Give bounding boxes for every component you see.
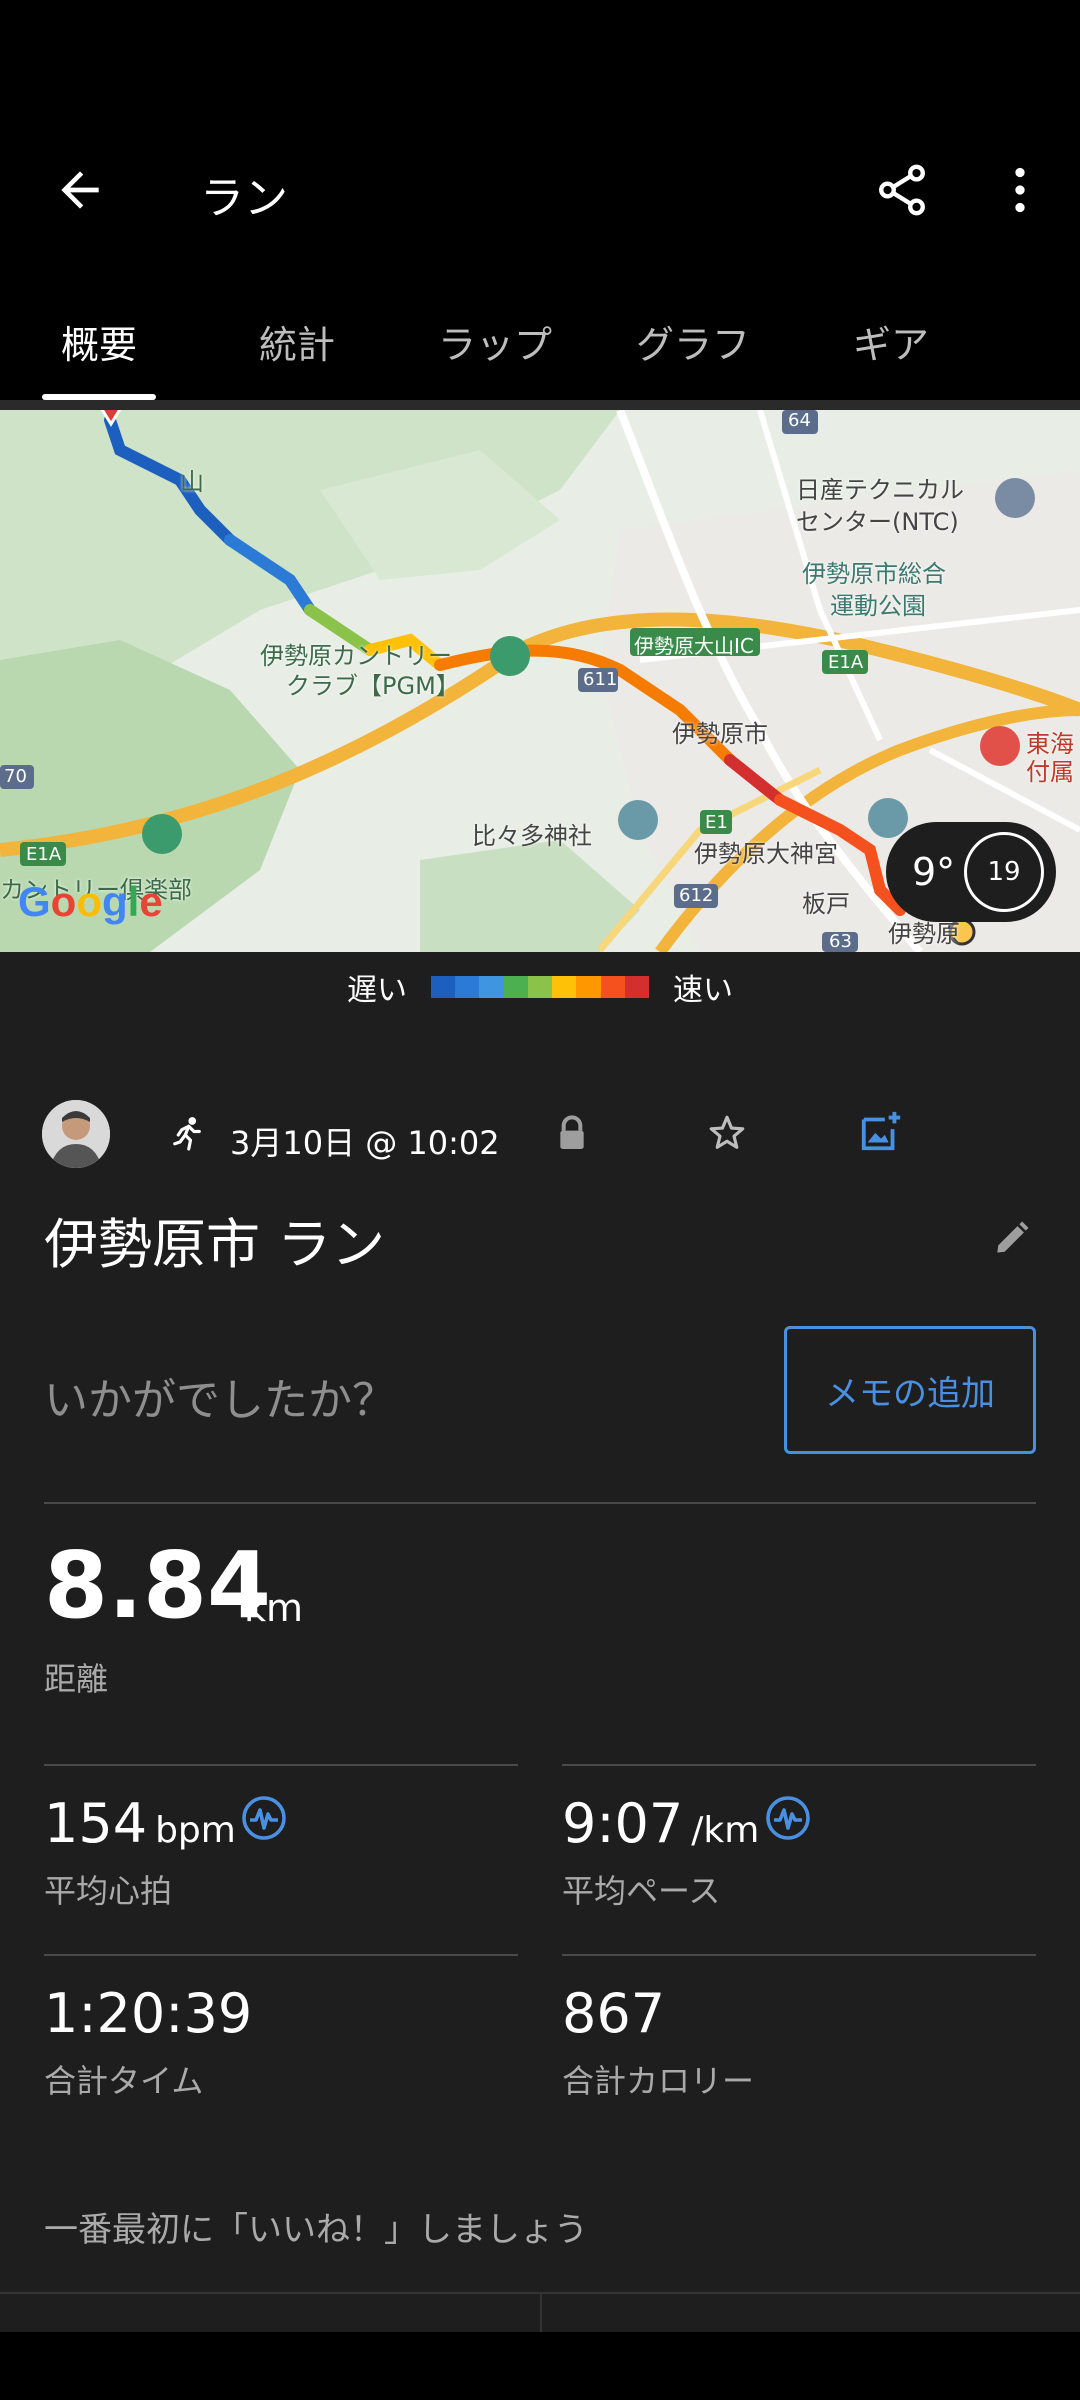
map-label-route-64: 64 (788, 410, 811, 431)
total-time-label: 合計タイム (44, 2062, 204, 2100)
distance-unit: km (244, 1586, 304, 1630)
map-label-e1a-west: E1A (26, 844, 62, 865)
map-label-e1a-east: E1A (828, 652, 864, 673)
page-title: ラン (200, 173, 288, 224)
map-label-nissan-2: センター(NTC) (796, 508, 959, 536)
activity-title: 伊勢原市 ラン (44, 1213, 386, 1276)
map-label-hill: 山 (180, 468, 204, 496)
map-label-e1: E1 (705, 812, 728, 833)
legend-fast-label: 速い (673, 973, 733, 1008)
legend-slow-label: 遅い (347, 973, 407, 1008)
map-label-city: 伊勢原市 (672, 720, 768, 748)
share-icon (879, 164, 925, 216)
pace-legend: 遅い 速い (0, 952, 1080, 1022)
weather-badge[interactable]: 9° 19 (886, 822, 1056, 922)
map-label-daijingu: 伊勢原大神宮 (694, 840, 838, 868)
map-label-shrine: 比々多神社 (472, 822, 592, 850)
google-logo: Google (18, 878, 163, 925)
legend-color-segment (431, 976, 456, 998)
avg-heart-rate-label: 平均心拍 (44, 1872, 173, 1910)
tab-graphs[interactable]: グラフ (594, 290, 792, 400)
avg-pace-unit: /km (691, 1810, 760, 1851)
legend-color-segment (600, 976, 625, 998)
map-label-route-611: 611 (583, 669, 618, 690)
temperature-text: 9° (912, 850, 956, 894)
map-label-route-70: 70 (4, 766, 27, 787)
legend-color-segment (624, 976, 649, 998)
divider (562, 1954, 1036, 1956)
route-map[interactable]: 山 日産テクニカル センター(NTC) 伊勢原市総合 運動公園 伊勢原大山IC … (0, 410, 1080, 952)
wind-speed-text: 19 (987, 857, 1021, 887)
pace-monitor-icon[interactable] (764, 1794, 812, 1842)
legend-color-segment (552, 976, 577, 998)
legend-color-segment (455, 976, 480, 998)
more-options-button[interactable] (980, 150, 1060, 230)
avg-heart-rate-unit: bpm (155, 1810, 236, 1851)
map-label-ic: 伊勢原大山IC (634, 634, 754, 658)
running-icon (173, 1117, 201, 1151)
divider (562, 1764, 1036, 1766)
activity-date: 3月10日 @ 10:02 (230, 1124, 500, 1162)
tab-bar: 概要 統計 ラップ グラフ ギア (0, 290, 1080, 400)
distance-label: 距離 (44, 1660, 109, 1698)
avg-pace-label: 平均ペース (562, 1872, 721, 1910)
avg-heart-rate-value: 154 (44, 1792, 148, 1855)
arrow-left-icon (61, 171, 99, 209)
map-label-nissan-1: 日産テクニカル (796, 476, 964, 504)
legend-color-bar (431, 976, 649, 998)
tab-stats[interactable]: 統計 (198, 290, 396, 400)
add-photo-icon[interactable] (858, 1108, 904, 1154)
activity-meta-row: 3月10日 @ 10:02 (0, 1062, 1080, 1172)
map-label-park-2: 運動公園 (830, 592, 926, 620)
star-icon[interactable] (706, 1112, 748, 1154)
avg-pace-value: 9:07 (562, 1792, 684, 1855)
total-calories-label: 合計カロリー (562, 2062, 755, 2100)
activity-summary: 3月10日 @ 10:02 伊勢原市 ラン いかがでしたか？ メモの追加 8.8… (0, 1022, 1080, 2332)
tab-gear[interactable]: ギア (792, 290, 990, 400)
heart-rate-monitor-icon[interactable] (240, 1794, 288, 1842)
back-button[interactable] (40, 150, 120, 230)
divider (44, 1764, 518, 1766)
divider (44, 1954, 518, 1956)
map-label-route-612: 612 (679, 885, 714, 906)
tab-laps[interactable]: ラップ (396, 290, 594, 400)
map-label-club-2: クラブ【PGM】 (286, 672, 460, 700)
legend-color-segment (527, 976, 553, 998)
lock-icon[interactable] (552, 1112, 592, 1156)
legend-color-segment (479, 976, 504, 998)
system-nav-bar (0, 2332, 1080, 2400)
edit-icon[interactable] (990, 1216, 1034, 1260)
avg-heart-rate-stat: 154 bpm (44, 1792, 236, 1855)
map-label-itado: 板戸 (802, 890, 850, 918)
memo-prompt[interactable]: いかがでしたか？ (44, 1364, 396, 1428)
legend-color-segment (576, 976, 601, 998)
add-memo-button[interactable]: メモの追加 (784, 1326, 1036, 1454)
app-bar: ラン 概要 統計 ラップ グラフ ギア (0, 0, 1080, 400)
total-calories-value: 867 (562, 1982, 666, 2045)
like-prompt[interactable]: 一番最初に「いいね！」しましょう (44, 2202, 588, 2251)
legend-color-segment (503, 976, 528, 998)
distance-value: 8.84 (44, 1532, 271, 1639)
action-bar-split (540, 2292, 542, 2332)
tab-divider (0, 400, 1080, 410)
user-avatar-icon (42, 1100, 110, 1168)
wind-indicator: 19 (964, 832, 1044, 912)
total-time-value: 1:20:39 (44, 1982, 253, 2045)
avg-pace-stat: 9:07/km (562, 1792, 759, 1855)
more-vertical-icon (1015, 167, 1025, 213)
map-label-park-1: 伊勢原市総合 (802, 560, 946, 588)
tab-overview[interactable]: 概要 (0, 290, 198, 400)
map-label-route-63: 63 (829, 931, 852, 952)
avatar[interactable] (42, 1100, 110, 1168)
share-button[interactable] (862, 150, 942, 230)
map-label-hospital-2: 付属 (1026, 758, 1074, 786)
divider (44, 1502, 1036, 1504)
